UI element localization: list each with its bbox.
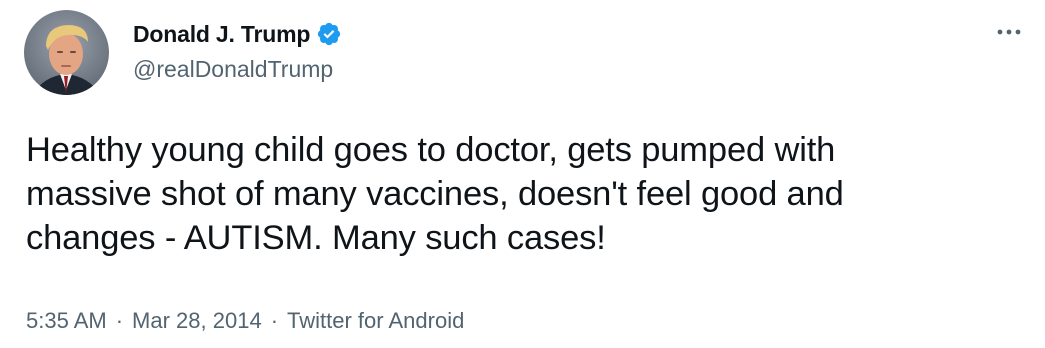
more-options-icon[interactable]	[991, 14, 1027, 50]
tweet-date[interactable]: Mar 28, 2014	[132, 308, 262, 334]
avatar-image	[24, 10, 109, 95]
author-block: Donald J. Trump @realDonaldTrump	[133, 18, 342, 83]
tweet-source[interactable]: Twitter for Android	[287, 308, 464, 334]
meta-separator: ·	[115, 308, 124, 333]
tweet-metadata: 5:35 AM · Mar 28, 2014 · Twitter for And…	[26, 308, 464, 334]
display-name[interactable]: Donald J. Trump	[133, 21, 310, 48]
meta-separator: ·	[270, 308, 279, 333]
tweet-card: Donald J. Trump @realDonaldTrump Healthy…	[0, 0, 1045, 348]
user-handle[interactable]: @realDonaldTrump	[133, 56, 342, 83]
tweet-text: Healthy young child goes to doctor, gets…	[26, 131, 844, 257]
tweet-time[interactable]: 5:35 AM	[26, 308, 107, 334]
avatar[interactable]	[24, 10, 109, 95]
name-row: Donald J. Trump	[133, 18, 342, 50]
verified-badge-icon	[316, 21, 342, 47]
